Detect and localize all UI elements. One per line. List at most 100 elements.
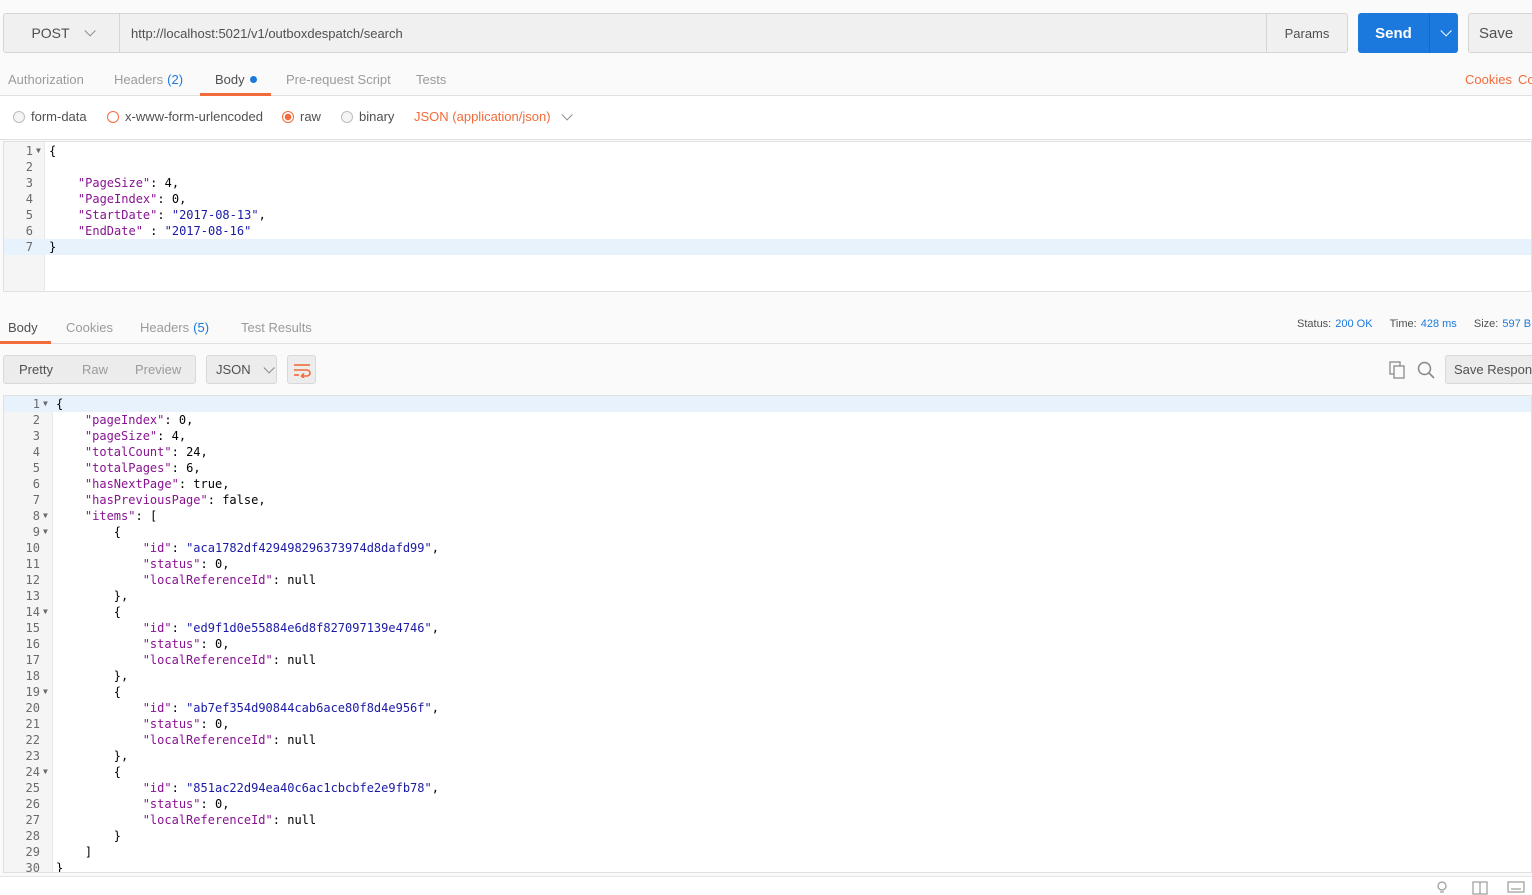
code-text: "localReferenceId": null xyxy=(142,733,317,747)
tab-response-cookies[interactable]: Cookies xyxy=(66,311,113,343)
line-number: 16 xyxy=(25,637,40,651)
search-icon xyxy=(1417,361,1435,379)
url-input[interactable]: http://localhost:5021/v1/outboxdespatch/… xyxy=(120,13,1267,53)
fold-toggle-icon[interactable]: ▼ xyxy=(43,684,48,700)
code-line: 10 "id": "aca1782df429498296373974d8dafd… xyxy=(4,540,1531,556)
line-number: 14 xyxy=(25,605,40,619)
tab-prerequest-script[interactable]: Pre-request Script xyxy=(286,63,391,95)
code-line: 3 "PageSize": 4, xyxy=(4,175,1531,191)
fold-toggle-icon[interactable]: ▼ xyxy=(43,524,48,540)
radio-urlencoded[interactable]: x-www-form-urlencoded xyxy=(107,109,263,124)
tab-tests[interactable]: Tests xyxy=(416,63,446,95)
wrap-lines-button[interactable] xyxy=(287,355,316,384)
line-number: 25 xyxy=(25,781,40,795)
tab-response-body[interactable]: Body xyxy=(8,311,38,343)
cookies-link[interactable]: Cookies xyxy=(1465,72,1512,87)
send-button[interactable]: Send xyxy=(1358,13,1429,53)
line-number: 22 xyxy=(25,733,40,747)
body-type-selector: form-data x-www-form-urlencoded raw bina… xyxy=(0,96,1532,140)
code-text: { xyxy=(49,144,57,158)
status-footer xyxy=(0,876,1532,895)
code-text: "status": 0, xyxy=(142,717,230,731)
code-line: 28 } xyxy=(4,828,1531,844)
code-link[interactable]: Co xyxy=(1518,72,1532,87)
search-response-button[interactable] xyxy=(1415,359,1437,381)
wrap-lines-icon xyxy=(293,363,311,378)
format-select[interactable]: JSON xyxy=(206,355,277,384)
tab-body[interactable]: Body xyxy=(215,63,257,95)
tab-label: Pre-request Script xyxy=(286,71,391,87)
code-line: 3 "pageSize": 4, xyxy=(4,428,1531,444)
tab-label: Test Results xyxy=(241,319,312,335)
radio-raw[interactable]: raw xyxy=(282,109,321,124)
content-type-label: JSON (application/json) xyxy=(414,109,551,124)
code-line: 14 ▼ { xyxy=(4,604,1531,620)
code-text: "pageIndex": 0, xyxy=(84,413,194,427)
code-text: "id": "851ac22d94ea40c6ac1cbcbfe2e9fb78"… xyxy=(142,781,439,795)
line-number: 29 xyxy=(25,845,40,859)
code-line: 24 ▼ { xyxy=(4,764,1531,780)
tab-test-results[interactable]: Test Results xyxy=(241,311,312,343)
code-line: 17 "localReferenceId": null xyxy=(4,652,1531,668)
line-number: 5 xyxy=(32,461,40,475)
send-options-button[interactable] xyxy=(1429,13,1458,53)
tab-label: Headers xyxy=(140,319,190,335)
code-text: "hasPreviousPage": false, xyxy=(84,493,266,507)
code-text: "pageSize": 4, xyxy=(84,429,187,443)
fold-toggle-icon[interactable]: ▼ xyxy=(43,604,48,620)
params-button[interactable]: Params xyxy=(1266,13,1348,53)
code-line: 13 }, xyxy=(4,588,1531,604)
code-line: 26 "status": 0, xyxy=(4,796,1531,812)
radio-form-data[interactable]: form-data xyxy=(13,109,87,124)
line-number: 5 xyxy=(25,208,33,222)
pretty-button[interactable]: Pretty xyxy=(19,356,53,383)
code-text: "id": "ab7ef354d90844cab6ace80f8d4e956f"… xyxy=(142,701,439,715)
request-url-bar: POST http://localhost:5021/v1/outboxdesp… xyxy=(3,13,1532,53)
raw-button[interactable]: Raw xyxy=(82,356,108,383)
code-line: 5 "StartDate": "2017-08-13", xyxy=(4,207,1531,223)
line-number: 15 xyxy=(25,621,40,635)
code-text: "status": 0, xyxy=(142,637,230,651)
code-text: { xyxy=(56,765,122,779)
radio-label: binary xyxy=(359,109,395,124)
url-value: http://localhost:5021/v1/outboxdespatch/… xyxy=(131,25,403,41)
two-pane-icon[interactable] xyxy=(1472,881,1488,895)
save-response-button[interactable]: Save Response xyxy=(1445,355,1532,384)
code-text: } xyxy=(49,240,57,254)
copy-response-button[interactable] xyxy=(1386,359,1408,381)
tab-label: Cookies xyxy=(66,319,113,335)
content-type-select[interactable]: JSON (application/json) xyxy=(414,108,573,124)
code-line: 15 "id": "ed9f1d0e55884e6d8f827097139e47… xyxy=(4,620,1531,636)
time-value[interactable]: 428 ms xyxy=(1421,318,1457,330)
code-text: "hasNextPage": true, xyxy=(84,477,230,491)
fold-toggle-icon[interactable]: ▼ xyxy=(43,764,48,780)
code-line: 2 "pageIndex": 0, xyxy=(4,412,1531,428)
save-button[interactable]: Save xyxy=(1468,13,1532,53)
line-number: 10 xyxy=(25,541,40,555)
tab-authorization[interactable]: Authorization xyxy=(8,63,84,95)
fold-toggle-icon[interactable]: ▼ xyxy=(43,508,48,524)
response-body-viewer[interactable]: 1 ▼{2 "pageIndex": 0, 3 "pageSize": 4, 4 "t… xyxy=(3,395,1532,873)
tab-response-headers[interactable]: Headers (5) xyxy=(140,311,209,343)
tab-headers[interactable]: Headers (2) xyxy=(114,63,183,95)
request-body-editor[interactable]: 1 ▼{2 3 "PageSize": 4, 4 "PageIndex": 0, 5 "… xyxy=(3,141,1532,292)
radio-label: x-www-form-urlencoded xyxy=(125,109,263,124)
code-line: 22 "localReferenceId": null xyxy=(4,732,1531,748)
status-value[interactable]: 200 OK xyxy=(1335,318,1372,330)
code-text: "PageIndex": 0, xyxy=(77,192,187,206)
bootcamp-icon[interactable] xyxy=(1436,881,1448,895)
radio-label: raw xyxy=(300,109,321,124)
code-line: 1 ▼ { xyxy=(4,143,1531,159)
preview-button[interactable]: Preview xyxy=(135,356,181,383)
fold-toggle-icon[interactable]: ▼ xyxy=(43,396,48,412)
code-text: }, xyxy=(56,589,129,603)
line-number: 6 xyxy=(32,477,40,491)
keyboard-icon[interactable] xyxy=(1507,881,1525,895)
method-select[interactable]: POST xyxy=(3,13,120,53)
size-value[interactable]: 597 B xyxy=(1502,318,1531,330)
radio-binary[interactable]: binary xyxy=(341,109,394,124)
chevron-down-icon xyxy=(263,361,275,374)
radio-circle xyxy=(341,110,353,123)
fold-toggle-icon[interactable]: ▼ xyxy=(36,143,41,159)
code-line: 9 ▼ { xyxy=(4,524,1531,540)
